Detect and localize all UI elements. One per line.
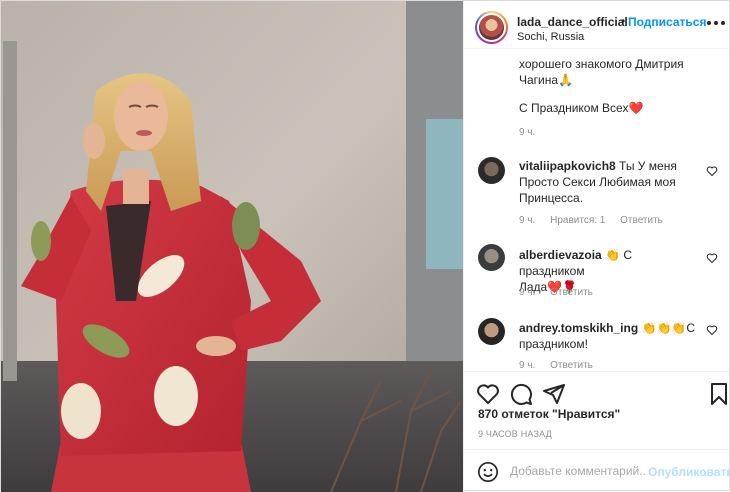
avatar-image bbox=[477, 13, 506, 42]
comment-body: 👏👏👏С bbox=[641, 321, 696, 335]
publish-button[interactable]: Опубликовать bbox=[648, 465, 730, 479]
avatar[interactable] bbox=[475, 11, 508, 44]
comment-icon[interactable] bbox=[509, 382, 533, 406]
post-timestamp[interactable]: 9 ЧАСОВ НАЗАД bbox=[478, 429, 552, 439]
comment-like-heart-icon[interactable] bbox=[706, 252, 718, 264]
comment-time[interactable]: 9 ч. bbox=[519, 287, 535, 298]
post-header: lada_dance_official • Подписаться Sochi,… bbox=[464, 1, 730, 49]
comment-meta: 9 ч. Нравится: 1 Ответить bbox=[519, 215, 675, 226]
add-comment-bar: Опубликовать bbox=[464, 449, 730, 492]
instagram-post: lada_dance_official • Подписаться Sochi,… bbox=[0, 0, 730, 492]
caption-time[interactable]: 9 ч. bbox=[519, 127, 535, 138]
reply-button[interactable]: Ответить bbox=[620, 215, 663, 226]
post-photo[interactable] bbox=[1, 1, 463, 492]
emoji-icon[interactable] bbox=[477, 461, 499, 483]
comment-username[interactable]: alberdievazoia bbox=[519, 248, 602, 262]
caption-text-line: хорошего знакомого Дмитрия bbox=[519, 57, 684, 71]
comment-like-count[interactable]: Нравится: 1 bbox=[550, 215, 605, 226]
comment-meta: 9 ч. Ответить bbox=[519, 287, 605, 298]
like-count[interactable]: 870 отметок "Нравится" bbox=[478, 407, 620, 421]
comment-like-heart-icon[interactable] bbox=[706, 324, 718, 336]
comment-body-line: праздником! bbox=[519, 337, 588, 351]
comment-body-line: Принцесса. bbox=[519, 191, 584, 205]
more-icon[interactable] bbox=[707, 19, 725, 27]
comment-input[interactable] bbox=[510, 461, 646, 481]
location-link[interactable]: Sochi, Russia bbox=[517, 31, 584, 43]
comment-username[interactable]: andrey.tomskikh_ing bbox=[519, 321, 638, 335]
follow-button[interactable]: Подписаться bbox=[628, 15, 706, 29]
comment-text: vitaliipapkovich8 Ты У меня Просто Секси… bbox=[519, 158, 699, 206]
separator-dot: • bbox=[621, 14, 626, 28]
comment-username[interactable]: vitaliipapkovich8 bbox=[519, 159, 616, 173]
bookmark-icon[interactable] bbox=[707, 382, 730, 406]
comment-time[interactable]: 9 ч. bbox=[519, 360, 535, 371]
photo-illustration bbox=[1, 1, 463, 492]
heart-icon[interactable] bbox=[476, 382, 500, 406]
comment-body-line: Просто Секси Любимая моя bbox=[519, 175, 676, 189]
reply-button[interactable]: Ответить bbox=[550, 287, 593, 298]
comment-like-heart-icon[interactable] bbox=[706, 165, 718, 177]
share-icon[interactable] bbox=[542, 382, 566, 406]
caption-text-line: Чагина🙏 bbox=[519, 73, 573, 87]
comment-avatar[interactable] bbox=[478, 244, 505, 271]
comment-time[interactable]: 9 ч. bbox=[519, 215, 535, 226]
comment-avatar[interactable] bbox=[478, 157, 505, 184]
comment-meta: 9 ч. Ответить bbox=[519, 360, 605, 371]
reply-button[interactable]: Ответить bbox=[550, 360, 593, 371]
post-sidebar: lada_dance_official • Подписаться Sochi,… bbox=[463, 1, 730, 492]
caption-meta: 9 ч. bbox=[519, 127, 547, 138]
comment-body: Ты У меня bbox=[619, 159, 677, 173]
author-username[interactable]: lada_dance_official bbox=[517, 15, 628, 29]
comment-avatar[interactable] bbox=[478, 318, 505, 345]
comment-text: andrey.tomskikh_ing 👏👏👏С праздником! bbox=[519, 320, 699, 352]
caption-text-line: С Праздником Всех❤️ bbox=[519, 101, 644, 115]
comments-list[interactable]: хорошего знакомого Дмитрия Чагина🙏 С Пра… bbox=[464, 50, 730, 371]
